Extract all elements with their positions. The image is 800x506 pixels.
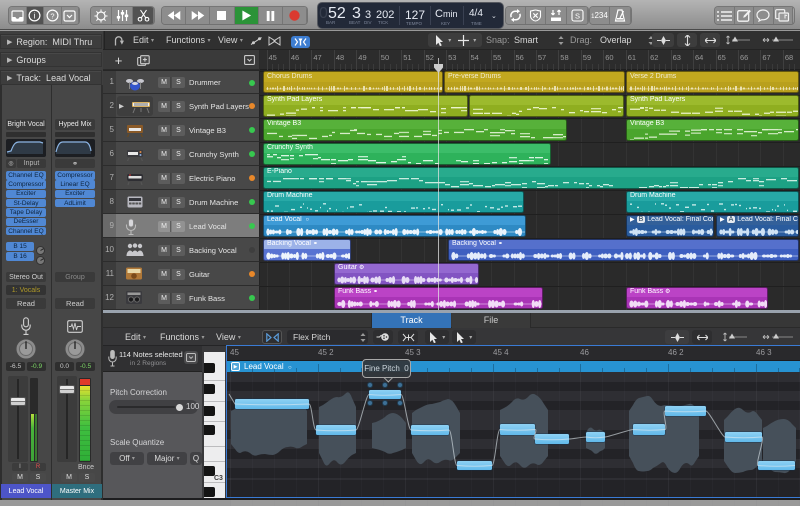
svg-text:S: S [574, 11, 579, 20]
svg-text:?: ? [50, 11, 54, 20]
svg-text:i: i [34, 11, 36, 21]
